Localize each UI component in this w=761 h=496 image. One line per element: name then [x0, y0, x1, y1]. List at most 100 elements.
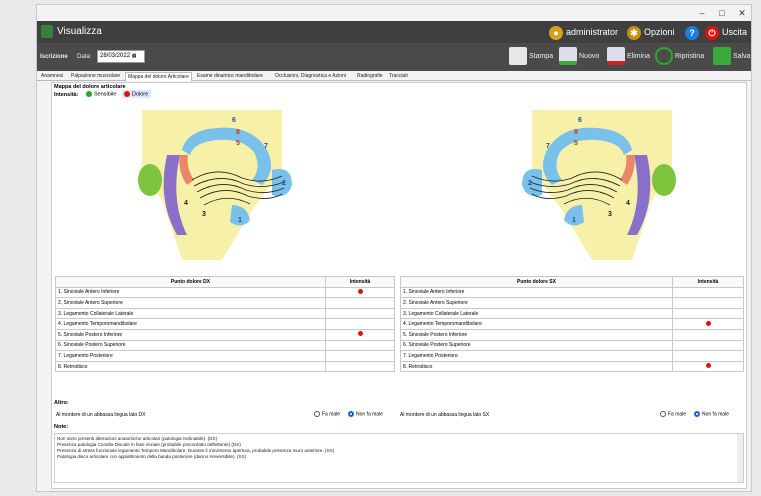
- intensity-cell[interactable]: [672, 328, 744, 341]
- intensity-cell[interactable]: [325, 297, 395, 309]
- table-row[interactable]: 6. Sinoviale Postero Superiore: [400, 339, 744, 352]
- table-row[interactable]: 4. Legamento Temporomandibolare: [400, 318, 744, 330]
- legend-pain-label: Dolore: [132, 91, 149, 98]
- table-row[interactable]: 6. Sinoviale Postero Superiore: [55, 339, 395, 352]
- table-row[interactable]: 2. Sinoviale Antero Superiore: [55, 297, 395, 309]
- tab-tracciati[interactable]: Tracciati: [387, 72, 410, 81]
- notes-scrollbar[interactable]: [737, 434, 743, 482]
- header-point-dx: Punto dolore DX: [55, 276, 326, 288]
- table-row[interactable]: 5. Sinoviale Postero Inferiore: [400, 328, 744, 341]
- new-button[interactable]: Nuovo: [559, 47, 599, 67]
- tab-mappa-dolore[interactable]: Mappa del dolore Articolare: [125, 72, 192, 81]
- intensity-cell[interactable]: [325, 286, 395, 299]
- exit-button[interactable]: ⏻ Uscita: [705, 24, 747, 40]
- toolbar: Iscrizione Data: 28/03/2022 ▦ Stampa Nuo…: [37, 43, 751, 71]
- radio-sx-no[interactable]: Non fa male: [694, 411, 729, 417]
- table-row[interactable]: 3. Legamento Collaterale Laterale: [55, 307, 395, 320]
- point-1-dx: 1: [238, 217, 242, 224]
- radio-dx-yes-circle[interactable]: [314, 411, 320, 417]
- table-row[interactable]: 1. Sinoviale Antero Inferiore: [55, 286, 395, 299]
- joint-diagram-sx: 6 8 5 7 1 2 3 4: [522, 110, 676, 260]
- table-row[interactable]: 8. Retrodisco: [400, 360, 744, 373]
- point-7-sx: 7: [546, 143, 550, 150]
- intensity-cell[interactable]: [325, 350, 395, 362]
- intensity-cell[interactable]: [672, 360, 744, 373]
- table-row[interactable]: 3. Legamento Collaterale Laterale: [400, 307, 744, 320]
- table-row[interactable]: 2. Sinoviale Antero Superiore: [400, 297, 744, 309]
- point-4-sx: 4: [626, 200, 630, 207]
- point-label: 5. Sinoviale Postero Inferiore: [55, 328, 326, 341]
- user-menu[interactable]: ● administrator: [549, 24, 618, 40]
- intensity-cell[interactable]: [325, 318, 395, 330]
- save-label: Salva: [733, 53, 751, 60]
- tab-occlusioni[interactable]: Occlusioni, Diagnostica e Azioni: [273, 72, 348, 81]
- intensity-cell[interactable]: [672, 286, 744, 299]
- radio-dx-yes-label: Fa male: [322, 411, 341, 418]
- close-button[interactable]: ✕: [733, 6, 751, 20]
- calendar-icon: ▦: [131, 53, 137, 59]
- intensity-cell[interactable]: [672, 318, 744, 330]
- help-button[interactable]: ?: [685, 24, 702, 40]
- tab-anamnesi[interactable]: Anamnesi: [39, 72, 65, 81]
- point-label: 1. Sinoviale Antero Inferiore: [400, 286, 673, 299]
- intensity-cell[interactable]: [672, 350, 744, 362]
- printer-icon: [509, 47, 527, 66]
- point-label: 2. Sinoviale Antero Superiore: [55, 297, 326, 309]
- muscle-shape: [138, 164, 162, 196]
- restore-icon: [655, 47, 673, 66]
- table-header-row: Punto dolore SX Intensità: [400, 276, 744, 288]
- save-button[interactable]: Salva: [713, 47, 751, 67]
- pain-indicator: [357, 288, 363, 294]
- point-label: 6. Sinoviale Postero Superiore: [55, 339, 326, 352]
- point-label: 3. Legamento Collaterale Laterale: [400, 307, 673, 320]
- radio-dx-yes[interactable]: Fa male: [314, 411, 340, 417]
- radio-dx-no[interactable]: Non fa male: [348, 411, 383, 417]
- joint-diagram-dx: 6 8 5 7 1 2 3 4: [138, 110, 292, 260]
- point-label: 8. Retrodisco: [400, 360, 673, 373]
- point-label: 2. Sinoviale Antero Superiore: [400, 297, 673, 309]
- sensitive-dot: [86, 91, 92, 97]
- options-button[interactable]: ✱ Opzioni: [627, 24, 675, 40]
- print-label: Stampa: [529, 53, 554, 60]
- pain-dot: [124, 91, 130, 97]
- table-row[interactable]: 1. Sinoviale Antero Inferiore: [400, 286, 744, 299]
- notes-textarea[interactable]: Non sono presenti alterazioni anatomiche…: [54, 433, 744, 483]
- legend-sensitive: Sensibile: [86, 91, 116, 97]
- radio-sx-yes-circle[interactable]: [660, 411, 666, 417]
- tab-esame-dinamico[interactable]: Esame dinamico mandibolare: [195, 72, 265, 81]
- intensity-cell[interactable]: [325, 339, 395, 352]
- maximize-button[interactable]: □: [713, 6, 731, 20]
- map-title: Mappa del dolore articolare: [54, 84, 126, 90]
- intensity-cell[interactable]: [325, 307, 395, 320]
- table-row[interactable]: 5. Sinoviale Postero Inferiore: [55, 328, 395, 341]
- pain-indicator: [705, 363, 711, 369]
- table-row[interactable]: 7. Legamento Posteriore: [55, 350, 395, 362]
- intensity-cell[interactable]: [672, 339, 744, 352]
- radio-sx-yes[interactable]: Fa male: [660, 411, 686, 417]
- app-title: Visualizza: [57, 26, 102, 37]
- radio-sx-no-circle[interactable]: [694, 411, 700, 417]
- intensity-cell[interactable]: [325, 360, 395, 373]
- save-icon: [713, 47, 731, 66]
- point-5-dx: 5: [236, 140, 240, 147]
- print-button[interactable]: Stampa: [509, 47, 553, 67]
- table-row[interactable]: 4. Legamento Temporomandibolare: [55, 318, 395, 330]
- intensity-cell[interactable]: [672, 297, 744, 309]
- point-4-dx: 4: [184, 200, 188, 207]
- radio-dx-no-circle[interactable]: [348, 411, 354, 417]
- restore-button[interactable]: Ripristina: [655, 47, 704, 67]
- header-intensity-dx: Intensità: [325, 276, 395, 288]
- table-row[interactable]: 7. Legamento Posteriore: [400, 350, 744, 362]
- tab-radiografie[interactable]: Radiografie: [355, 72, 385, 81]
- table-row[interactable]: 8. Retrodisco: [55, 360, 395, 373]
- date-field[interactable]: 28/03/2022 ▦: [97, 50, 145, 63]
- intensity-cell[interactable]: [325, 328, 395, 341]
- point-2-dx: 2: [282, 180, 286, 187]
- delete-button[interactable]: Elimina: [607, 47, 650, 67]
- altro-title: Altro:: [54, 400, 69, 406]
- intensity-cell[interactable]: [672, 307, 744, 320]
- minimize-button[interactable]: –: [693, 6, 711, 20]
- point-3-sx: 3: [608, 211, 612, 218]
- point-label: 3. Legamento Collaterale Laterale: [55, 307, 326, 320]
- tab-palpazione[interactable]: Palpazione muscolare: [69, 72, 122, 81]
